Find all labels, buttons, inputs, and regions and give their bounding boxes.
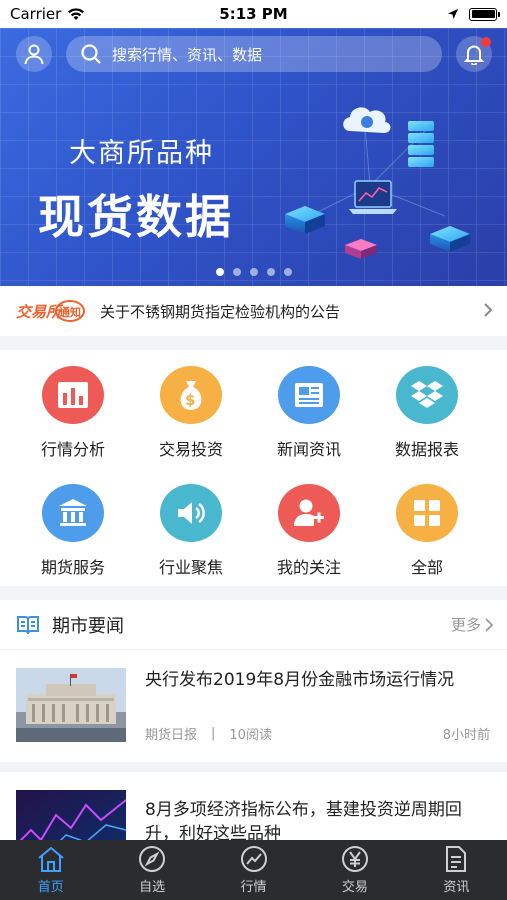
pagination-dot[interactable] bbox=[215, 268, 224, 276]
banner-title: 现货数据 bbox=[38, 190, 234, 244]
battery-icon bbox=[469, 7, 500, 21]
chevron-right-icon bbox=[485, 617, 493, 632]
shortcut-label: 新闻资讯 bbox=[276, 440, 341, 459]
news-title: 央行发布2019年8月份金融市场运行情况 bbox=[145, 670, 455, 690]
home-icon bbox=[38, 846, 64, 872]
tab-trade[interactable]: 交易 bbox=[304, 840, 405, 900]
notifications-button[interactable] bbox=[456, 36, 492, 72]
meta-divider: | bbox=[211, 726, 216, 741]
carrier-info: Carrier bbox=[10, 5, 85, 23]
top-navigation: 搜索行情、资讯、数据 bbox=[0, 36, 507, 74]
svg-text:通知: 通知 bbox=[59, 305, 81, 319]
news-list: 央行发布2019年8月份金融市场运行情况 期货日报 | 10阅读 8小时前 8月… bbox=[0, 650, 507, 840]
grid-icon bbox=[396, 484, 458, 542]
newspaper-icon bbox=[278, 366, 340, 424]
shortcut-market-analysis[interactable]: 行情分析 bbox=[13, 350, 133, 460]
bottom-tab-bar: 首页 自选 行情 交易 资讯 bbox=[0, 840, 507, 900]
shortcut-trading-investment[interactable]: $ 交易投资 bbox=[131, 350, 251, 460]
promo-banner[interactable]: 搜索行情、资讯、数据 大商所品种 现货数据 bbox=[0, 28, 507, 286]
news-meta: 期货日报 | 10阅读 8小时前 bbox=[145, 724, 490, 743]
bar-chart-icon bbox=[42, 366, 104, 424]
search-bar[interactable]: 搜索行情、资讯、数据 bbox=[66, 36, 442, 72]
chevron-right-icon bbox=[484, 303, 493, 317]
shortcut-label: 我的关注 bbox=[276, 558, 341, 577]
location-arrow-icon bbox=[448, 9, 458, 19]
shortcut-industry-focus[interactable]: 行业聚焦 bbox=[131, 468, 251, 578]
shortcut-label: 期货服务 bbox=[40, 558, 105, 577]
news-divider bbox=[0, 762, 507, 772]
shortcut-futures-service[interactable]: 期货服务 bbox=[13, 468, 133, 578]
data-illustration bbox=[285, 107, 470, 259]
tab-label: 交易 bbox=[341, 880, 368, 895]
news-item[interactable]: 央行发布2019年8月份金融市场运行情况 期货日报 | 10阅读 8小时前 bbox=[0, 650, 507, 770]
pagination-dot[interactable] bbox=[232, 268, 241, 276]
banner-pagination bbox=[0, 268, 507, 276]
document-icon bbox=[446, 846, 467, 872]
svg-text:$: $ bbox=[185, 391, 195, 409]
bank-icon bbox=[42, 484, 104, 542]
tab-label: 自选 bbox=[139, 880, 166, 895]
carrier-label: Carrier bbox=[10, 5, 62, 23]
status-bar: Carrier 5:13 PM bbox=[0, 0, 507, 28]
news-item[interactable]: 8月多项经济指标公布，基建投资逆周期回升，利好这些品种 bbox=[0, 772, 507, 840]
tab-watchlist[interactable]: 自选 bbox=[101, 840, 202, 900]
notice-text: 关于不锈钢期货指定检验机构的公告 bbox=[100, 302, 341, 321]
search-icon bbox=[81, 44, 101, 64]
more-news-link[interactable]: 更多 bbox=[451, 614, 493, 635]
bell-icon bbox=[464, 45, 484, 65]
exchange-notice-bar[interactable]: 交易所 通知 关于不锈钢期货指定检验机构的公告 bbox=[0, 286, 507, 336]
shortcut-label: 行情分析 bbox=[40, 440, 105, 459]
yen-icon bbox=[341, 846, 368, 872]
speaker-icon bbox=[160, 484, 222, 542]
search-placeholder: 搜索行情、资讯、数据 bbox=[112, 45, 263, 64]
news-thumbnail-image bbox=[16, 790, 126, 840]
news-thumbnail-image bbox=[16, 668, 126, 742]
news-section-header: 期市要闻 更多 bbox=[0, 600, 507, 650]
shortcut-all[interactable]: 全部 bbox=[367, 468, 487, 578]
shortcut-label: 行业聚焦 bbox=[158, 558, 223, 577]
tab-news[interactable]: 资讯 bbox=[406, 840, 507, 900]
tab-label: 资讯 bbox=[443, 880, 470, 895]
add-user-icon bbox=[278, 484, 340, 542]
shortcut-news[interactable]: 新闻资讯 bbox=[249, 350, 369, 460]
more-label: 更多 bbox=[450, 616, 481, 634]
user-profile-button[interactable] bbox=[16, 36, 52, 72]
exchange-notice-logo: 交易所 通知 bbox=[16, 300, 85, 322]
news-source: 期货日报 bbox=[145, 728, 198, 743]
news-section-title: 期市要闻 bbox=[52, 615, 124, 637]
money-bag-icon: $ bbox=[160, 366, 222, 424]
shortcut-my-follows[interactable]: 我的关注 bbox=[249, 468, 369, 578]
banner-subtitle: 大商所品种 bbox=[69, 138, 214, 169]
tab-label: 行情 bbox=[240, 880, 267, 895]
dropbox-icon bbox=[396, 366, 458, 424]
notification-badge bbox=[481, 37, 491, 47]
news-time: 8小时前 bbox=[442, 728, 490, 743]
shortcut-grid: 行情分析 $ 交易投资 新闻资讯 数据报表 期货服务 行业聚焦 我的关注 全部 bbox=[0, 350, 507, 586]
pagination-dot[interactable] bbox=[249, 268, 258, 276]
wifi-icon bbox=[68, 8, 85, 20]
shortcut-label: 全部 bbox=[410, 558, 443, 577]
trend-icon bbox=[240, 846, 267, 872]
news-reads: 10阅读 bbox=[229, 728, 272, 743]
shortcut-label: 交易投资 bbox=[158, 440, 223, 459]
compass-icon bbox=[139, 846, 166, 872]
user-icon bbox=[24, 44, 44, 65]
shortcut-data-reports[interactable]: 数据报表 bbox=[367, 350, 487, 460]
book-icon bbox=[17, 615, 39, 634]
pagination-dot[interactable] bbox=[283, 268, 292, 276]
tab-home[interactable]: 首页 bbox=[0, 840, 101, 900]
news-title: 8月多项经济指标公布，基建投资逆周期回升，利好这些品种 bbox=[145, 800, 462, 840]
shortcut-label: 数据报表 bbox=[394, 440, 459, 459]
tab-label: 首页 bbox=[37, 880, 64, 895]
tab-market[interactable]: 行情 bbox=[203, 840, 304, 900]
pagination-dot[interactable] bbox=[266, 268, 275, 276]
